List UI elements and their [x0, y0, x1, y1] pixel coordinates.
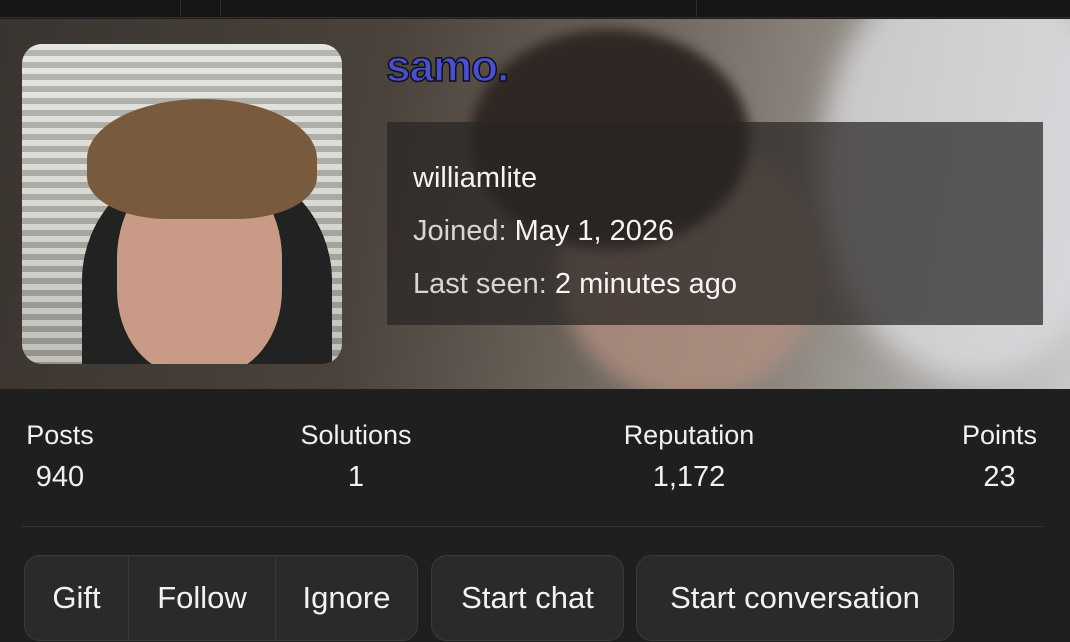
gift-button[interactable]: Gift	[25, 556, 128, 640]
stat-label: Reputation	[623, 420, 755, 450]
top-tab-strip	[0, 0, 1070, 18]
username[interactable]: williamlite	[413, 152, 1017, 205]
stat-value: 1,172	[652, 461, 726, 493]
start-chat-button[interactable]: Start chat	[432, 556, 623, 640]
stat-points[interactable]: Points 23	[956, 420, 1043, 494]
profile-stats: Posts 940 Solutions 1 Reputation 1,172 P…	[22, 420, 1043, 520]
tab-divider	[180, 0, 181, 18]
avatar-hair	[87, 99, 317, 219]
stats-divider	[22, 526, 1043, 527]
joined-label: Joined:	[413, 215, 507, 247]
stat-label: Points	[961, 420, 1038, 450]
stat-posts[interactable]: Posts 940	[22, 420, 98, 494]
start-conversation-button[interactable]: Start conversation	[637, 556, 953, 640]
stat-label: Solutions	[300, 420, 412, 450]
display-name: samo.	[385, 41, 510, 92]
follow-button[interactable]: Follow	[128, 556, 275, 640]
last-seen-label: Last seen:	[413, 268, 547, 300]
joined-value: May 1, 2026	[514, 215, 675, 247]
stat-value: 23	[983, 461, 1016, 493]
stat-reputation[interactable]: Reputation 1,172	[612, 420, 766, 494]
last-seen-value: 2 minutes ago	[554, 268, 738, 300]
start-conversation-group: Start conversation	[636, 555, 954, 641]
start-chat-group: Start chat	[431, 555, 624, 641]
stat-solutions[interactable]: Solutions 1	[292, 420, 420, 494]
last-seen-line: Last seen: 2 minutes ago	[413, 258, 1017, 311]
member-actions-group: Gift Follow Ignore	[24, 555, 418, 641]
avatar[interactable]	[22, 44, 342, 364]
joined-line: Joined: May 1, 2026	[413, 205, 1017, 258]
stat-value: 940	[35, 461, 85, 493]
ignore-button[interactable]: Ignore	[275, 556, 417, 640]
profile-info-box: williamlite Joined: May 1, 2026 Last see…	[387, 122, 1043, 325]
stat-value: 1	[347, 461, 365, 493]
stat-label: Posts	[26, 420, 94, 450]
tab-divider	[220, 0, 221, 18]
tab-divider	[696, 0, 697, 18]
